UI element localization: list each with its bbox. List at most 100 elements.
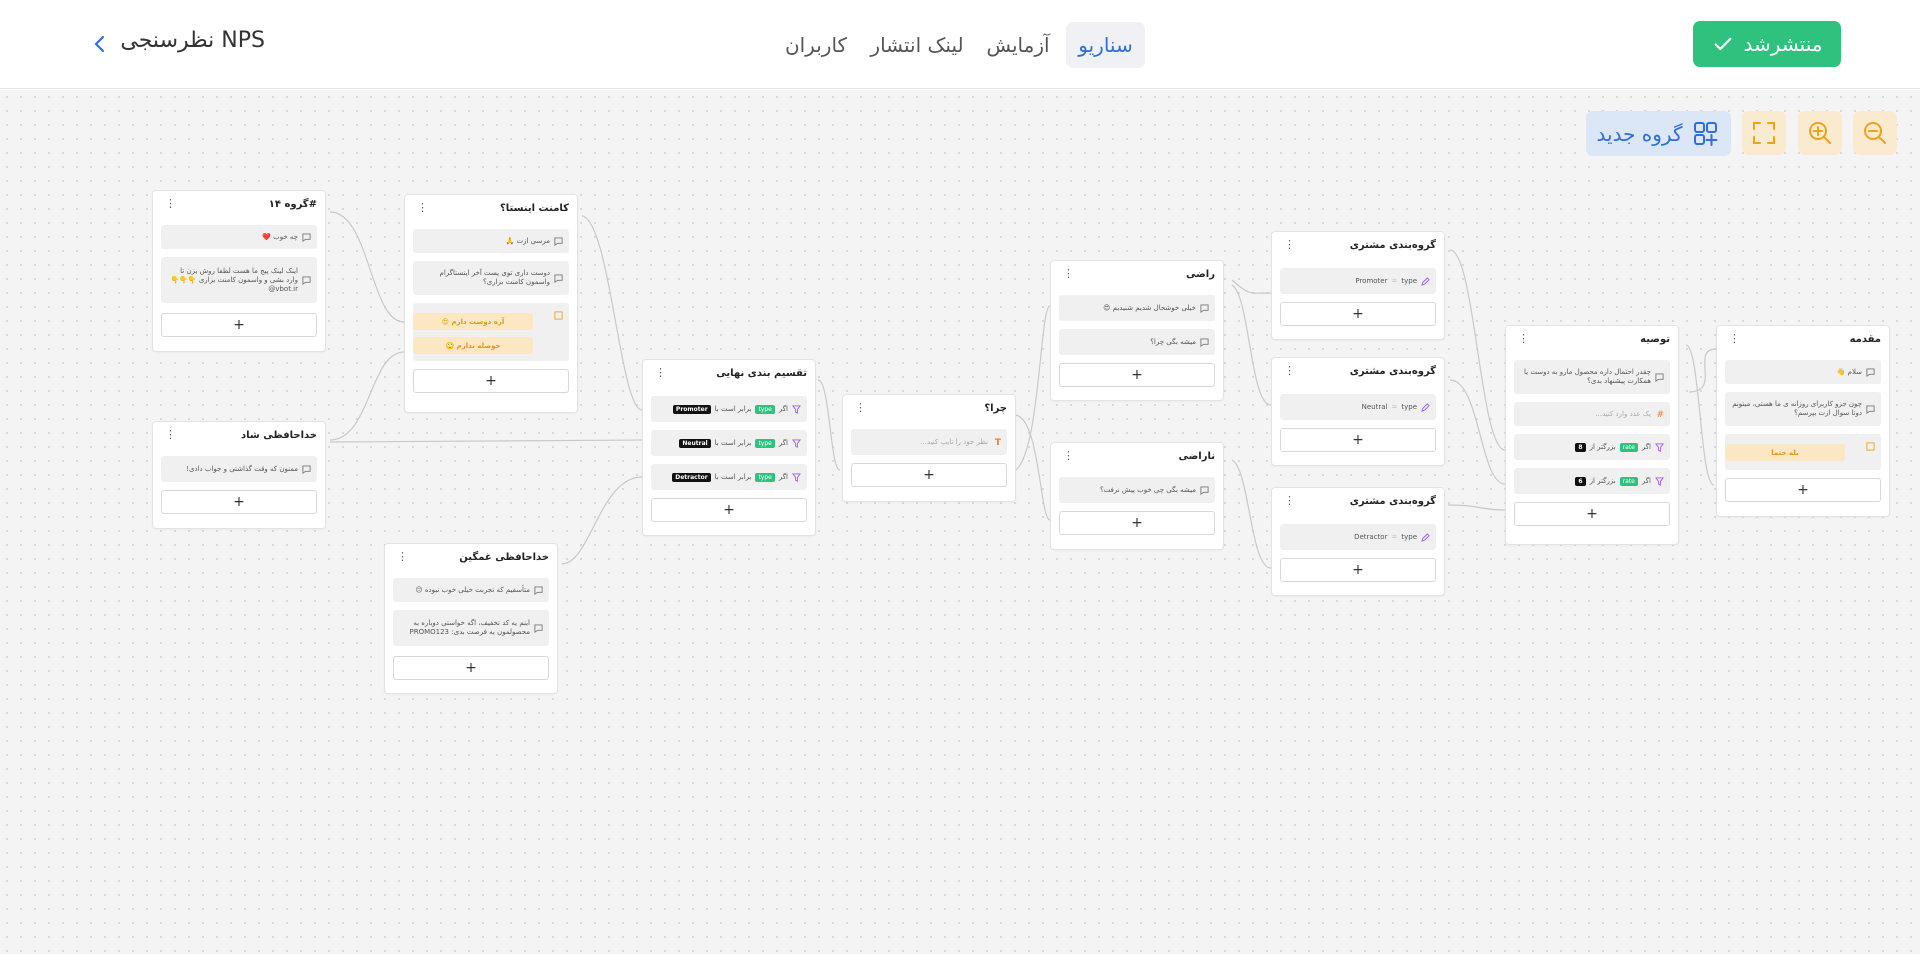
condition-value: Promoter bbox=[672, 404, 711, 414]
set-variable-row[interactable]: type = Detractor bbox=[1280, 524, 1436, 550]
tab-users[interactable]: کاربران bbox=[780, 22, 852, 68]
checkbox-icon bbox=[554, 311, 563, 320]
choice-option[interactable]: حوصله ندارم 🙄 bbox=[413, 337, 533, 354]
condition-if: اگر bbox=[1641, 443, 1651, 451]
add-item-button[interactable]: + bbox=[1280, 558, 1436, 582]
condition-row[interactable]: اگر type برابر است با Detractor bbox=[651, 464, 807, 490]
node-title: کامنت اینستا؟ bbox=[500, 203, 569, 214]
add-item-button[interactable]: + bbox=[1059, 363, 1215, 387]
condition-operator: بزرگتر از bbox=[1589, 477, 1616, 485]
published-button[interactable]: منتشرشد bbox=[1693, 21, 1841, 67]
add-item-button[interactable]: + bbox=[1514, 502, 1670, 526]
condition-row[interactable]: اگر rate بزرگتر از 6 bbox=[1514, 468, 1670, 494]
message-item[interactable]: مرسی ازت 🙏 bbox=[413, 229, 569, 253]
new-group-button[interactable]: گروه جدید bbox=[1586, 111, 1731, 156]
add-item-button[interactable]: + bbox=[1280, 428, 1436, 452]
more-icon[interactable]: ⋮ bbox=[397, 551, 408, 562]
condition-if: اگر bbox=[778, 473, 788, 481]
condition-if: اگر bbox=[1641, 477, 1651, 485]
condition-row[interactable]: اگر rate بزرگتر از 8 bbox=[1514, 434, 1670, 460]
message-item[interactable]: چون جزو کاربرای روزانه ی ما هستی، میتونم… bbox=[1725, 392, 1881, 426]
add-item-button[interactable]: + bbox=[651, 498, 807, 522]
message-icon bbox=[534, 585, 543, 595]
zoom-out-button[interactable] bbox=[1853, 111, 1897, 155]
node-insta-comment[interactable]: کامنت اینستا؟ ⋮ مرسی ازت 🙏 دوست داری توی… bbox=[404, 194, 578, 413]
more-icon[interactable]: ⋮ bbox=[1518, 333, 1529, 344]
text-input[interactable]: T نظر خود را تایپ کنید... bbox=[851, 429, 1007, 455]
message-icon bbox=[302, 232, 311, 242]
more-icon[interactable]: ⋮ bbox=[1284, 365, 1295, 376]
new-group-label: گروه جدید bbox=[1596, 121, 1683, 146]
node-intro[interactable]: مقدمه ⋮ سلام 👋 چون جزو کاربرای روزانه ی … bbox=[1716, 325, 1890, 517]
node-happy[interactable]: راضی ⋮ خیلی خوشحال شدیم شنیدیم 😍 میشه بگ… bbox=[1050, 260, 1224, 401]
node-bye-sad[interactable]: خداحافظی غمگین ⋮ متأسفیم که تجربت خیلی خ… bbox=[384, 543, 558, 694]
more-icon[interactable]: ⋮ bbox=[1729, 333, 1740, 344]
node-why[interactable]: چرا؟ ⋮ T نظر خود را تایپ کنید... + bbox=[842, 394, 1016, 502]
node-bye-happy[interactable]: خداحافظی شاد ⋮ ممنون که وقت گذاشتی و جوا… bbox=[152, 421, 326, 529]
filter-icon bbox=[1655, 442, 1664, 452]
tab-publish-link[interactable]: لینک انتشار bbox=[863, 22, 971, 68]
more-icon[interactable]: ⋮ bbox=[1063, 450, 1074, 461]
set-variable-row[interactable]: type = Neutral bbox=[1280, 394, 1436, 420]
condition-if: اگر bbox=[778, 439, 788, 447]
message-item[interactable]: خیلی خوشحال شدیم شنیدیم 😍 bbox=[1059, 295, 1215, 321]
message-item[interactable]: ممنون که وقت گذاشتی و جواب دادی! bbox=[161, 456, 317, 482]
set-variable-row[interactable]: type = Promoter bbox=[1280, 268, 1436, 294]
fullscreen-button[interactable] bbox=[1742, 111, 1786, 155]
number-input[interactable]: # یک عدد وارد کنید... bbox=[1514, 402, 1670, 426]
node-title: مقدمه bbox=[1849, 334, 1881, 345]
add-item-button[interactable]: + bbox=[1059, 511, 1215, 535]
message-text: متأسفیم که تجربت خیلی خوب نبوده 😕 bbox=[415, 585, 530, 594]
message-item[interactable]: اینم یه کد تخفیف، اگه خواستی دوباره به م… bbox=[393, 610, 549, 646]
condition-operator: برابر است با bbox=[714, 439, 752, 447]
more-icon[interactable]: ⋮ bbox=[417, 202, 428, 213]
node-final-split[interactable]: تقسیم بندی نهایی ⋮ اگر type برابر است با… bbox=[642, 359, 816, 536]
node-unhappy[interactable]: ناراضی ⋮ میشه بگی چی خوب پیش نرفت؟ + bbox=[1050, 442, 1224, 550]
message-icon bbox=[1200, 303, 1209, 313]
message-item[interactable]: چه خوب ❤️ bbox=[161, 225, 317, 249]
tab-test[interactable]: آزمایش bbox=[982, 22, 1054, 68]
choice-option[interactable]: بله حتما bbox=[1725, 444, 1845, 461]
message-item[interactable]: چقدر احتمال داره محصول مارو به دوست یا ه… bbox=[1514, 360, 1670, 394]
message-item[interactable]: میشه بگی چرا؟ bbox=[1059, 329, 1215, 355]
condition-operator: برابر است با bbox=[714, 473, 752, 481]
more-icon[interactable]: ⋮ bbox=[1284, 495, 1295, 506]
message-item[interactable]: دوست داری توی پست آخر اینستاگرام واسمون … bbox=[413, 261, 569, 295]
message-item[interactable]: متأسفیم که تجربت خیلی خوب نبوده 😕 bbox=[393, 578, 549, 602]
add-item-button[interactable]: + bbox=[161, 490, 317, 514]
filter-icon bbox=[792, 438, 801, 448]
condition-row[interactable]: اگر type برابر است با Promoter bbox=[651, 396, 807, 422]
more-icon[interactable]: ⋮ bbox=[1284, 239, 1295, 250]
zoom-in-button[interactable] bbox=[1798, 111, 1842, 155]
add-item-button[interactable]: + bbox=[413, 369, 569, 393]
node-group-14[interactable]: #گروه ۱۴ ⋮ چه خوب ❤️ اینک لینک پیج ما هس… bbox=[152, 190, 326, 352]
message-text: چقدر احتمال داره محصول مارو به دوست یا ه… bbox=[1524, 368, 1651, 385]
message-item[interactable]: سلام 👋 bbox=[1725, 360, 1881, 384]
condition-row[interactable]: اگر type برابر است با Neutral bbox=[651, 430, 807, 456]
filter-icon bbox=[792, 472, 801, 482]
more-icon[interactable]: ⋮ bbox=[165, 198, 176, 209]
chevron-left-icon[interactable] bbox=[90, 32, 110, 56]
message-text: چون جزو کاربرای روزانه ی ما هستی، میتونم… bbox=[1732, 400, 1862, 417]
message-text: ممنون که وقت گذاشتی و جواب دادی! bbox=[186, 464, 298, 473]
add-item-button[interactable]: + bbox=[1725, 478, 1881, 502]
more-icon[interactable]: ⋮ bbox=[855, 402, 866, 413]
more-icon[interactable]: ⋮ bbox=[1063, 268, 1074, 279]
node-segment-neutral[interactable]: گروه‌بندی مشتری ⋮ type = Neutral + bbox=[1271, 357, 1445, 466]
condition-operator: بزرگتر از bbox=[1589, 443, 1616, 451]
add-item-button[interactable]: + bbox=[393, 656, 549, 680]
more-icon[interactable]: ⋮ bbox=[655, 367, 666, 378]
message-item[interactable]: میشه بگی چی خوب پیش نرفت؟ bbox=[1059, 477, 1215, 503]
message-icon bbox=[1655, 372, 1664, 382]
tab-label: کاربران bbox=[784, 33, 848, 57]
message-item[interactable]: اینک لینک پیج ما هست لطفا روش بزن تا وار… bbox=[161, 257, 317, 303]
add-item-button[interactable]: + bbox=[1280, 302, 1436, 326]
node-segment-promoter[interactable]: گروه‌بندی مشتری ⋮ type = Promoter + bbox=[1271, 231, 1445, 340]
tab-scenario[interactable]: سناریو bbox=[1066, 22, 1145, 68]
add-item-button[interactable]: + bbox=[161, 313, 317, 337]
more-icon[interactable]: ⋮ bbox=[165, 429, 176, 440]
choice-option[interactable]: آره دوست دارم 😍 bbox=[413, 313, 533, 330]
add-item-button[interactable]: + bbox=[851, 463, 1007, 487]
node-segment-detractor[interactable]: گروه‌بندی مشتری ⋮ type = Detractor + bbox=[1271, 487, 1445, 596]
node-recommend[interactable]: توصیه ⋮ چقدر احتمال داره محصول مارو به د… bbox=[1505, 325, 1679, 545]
